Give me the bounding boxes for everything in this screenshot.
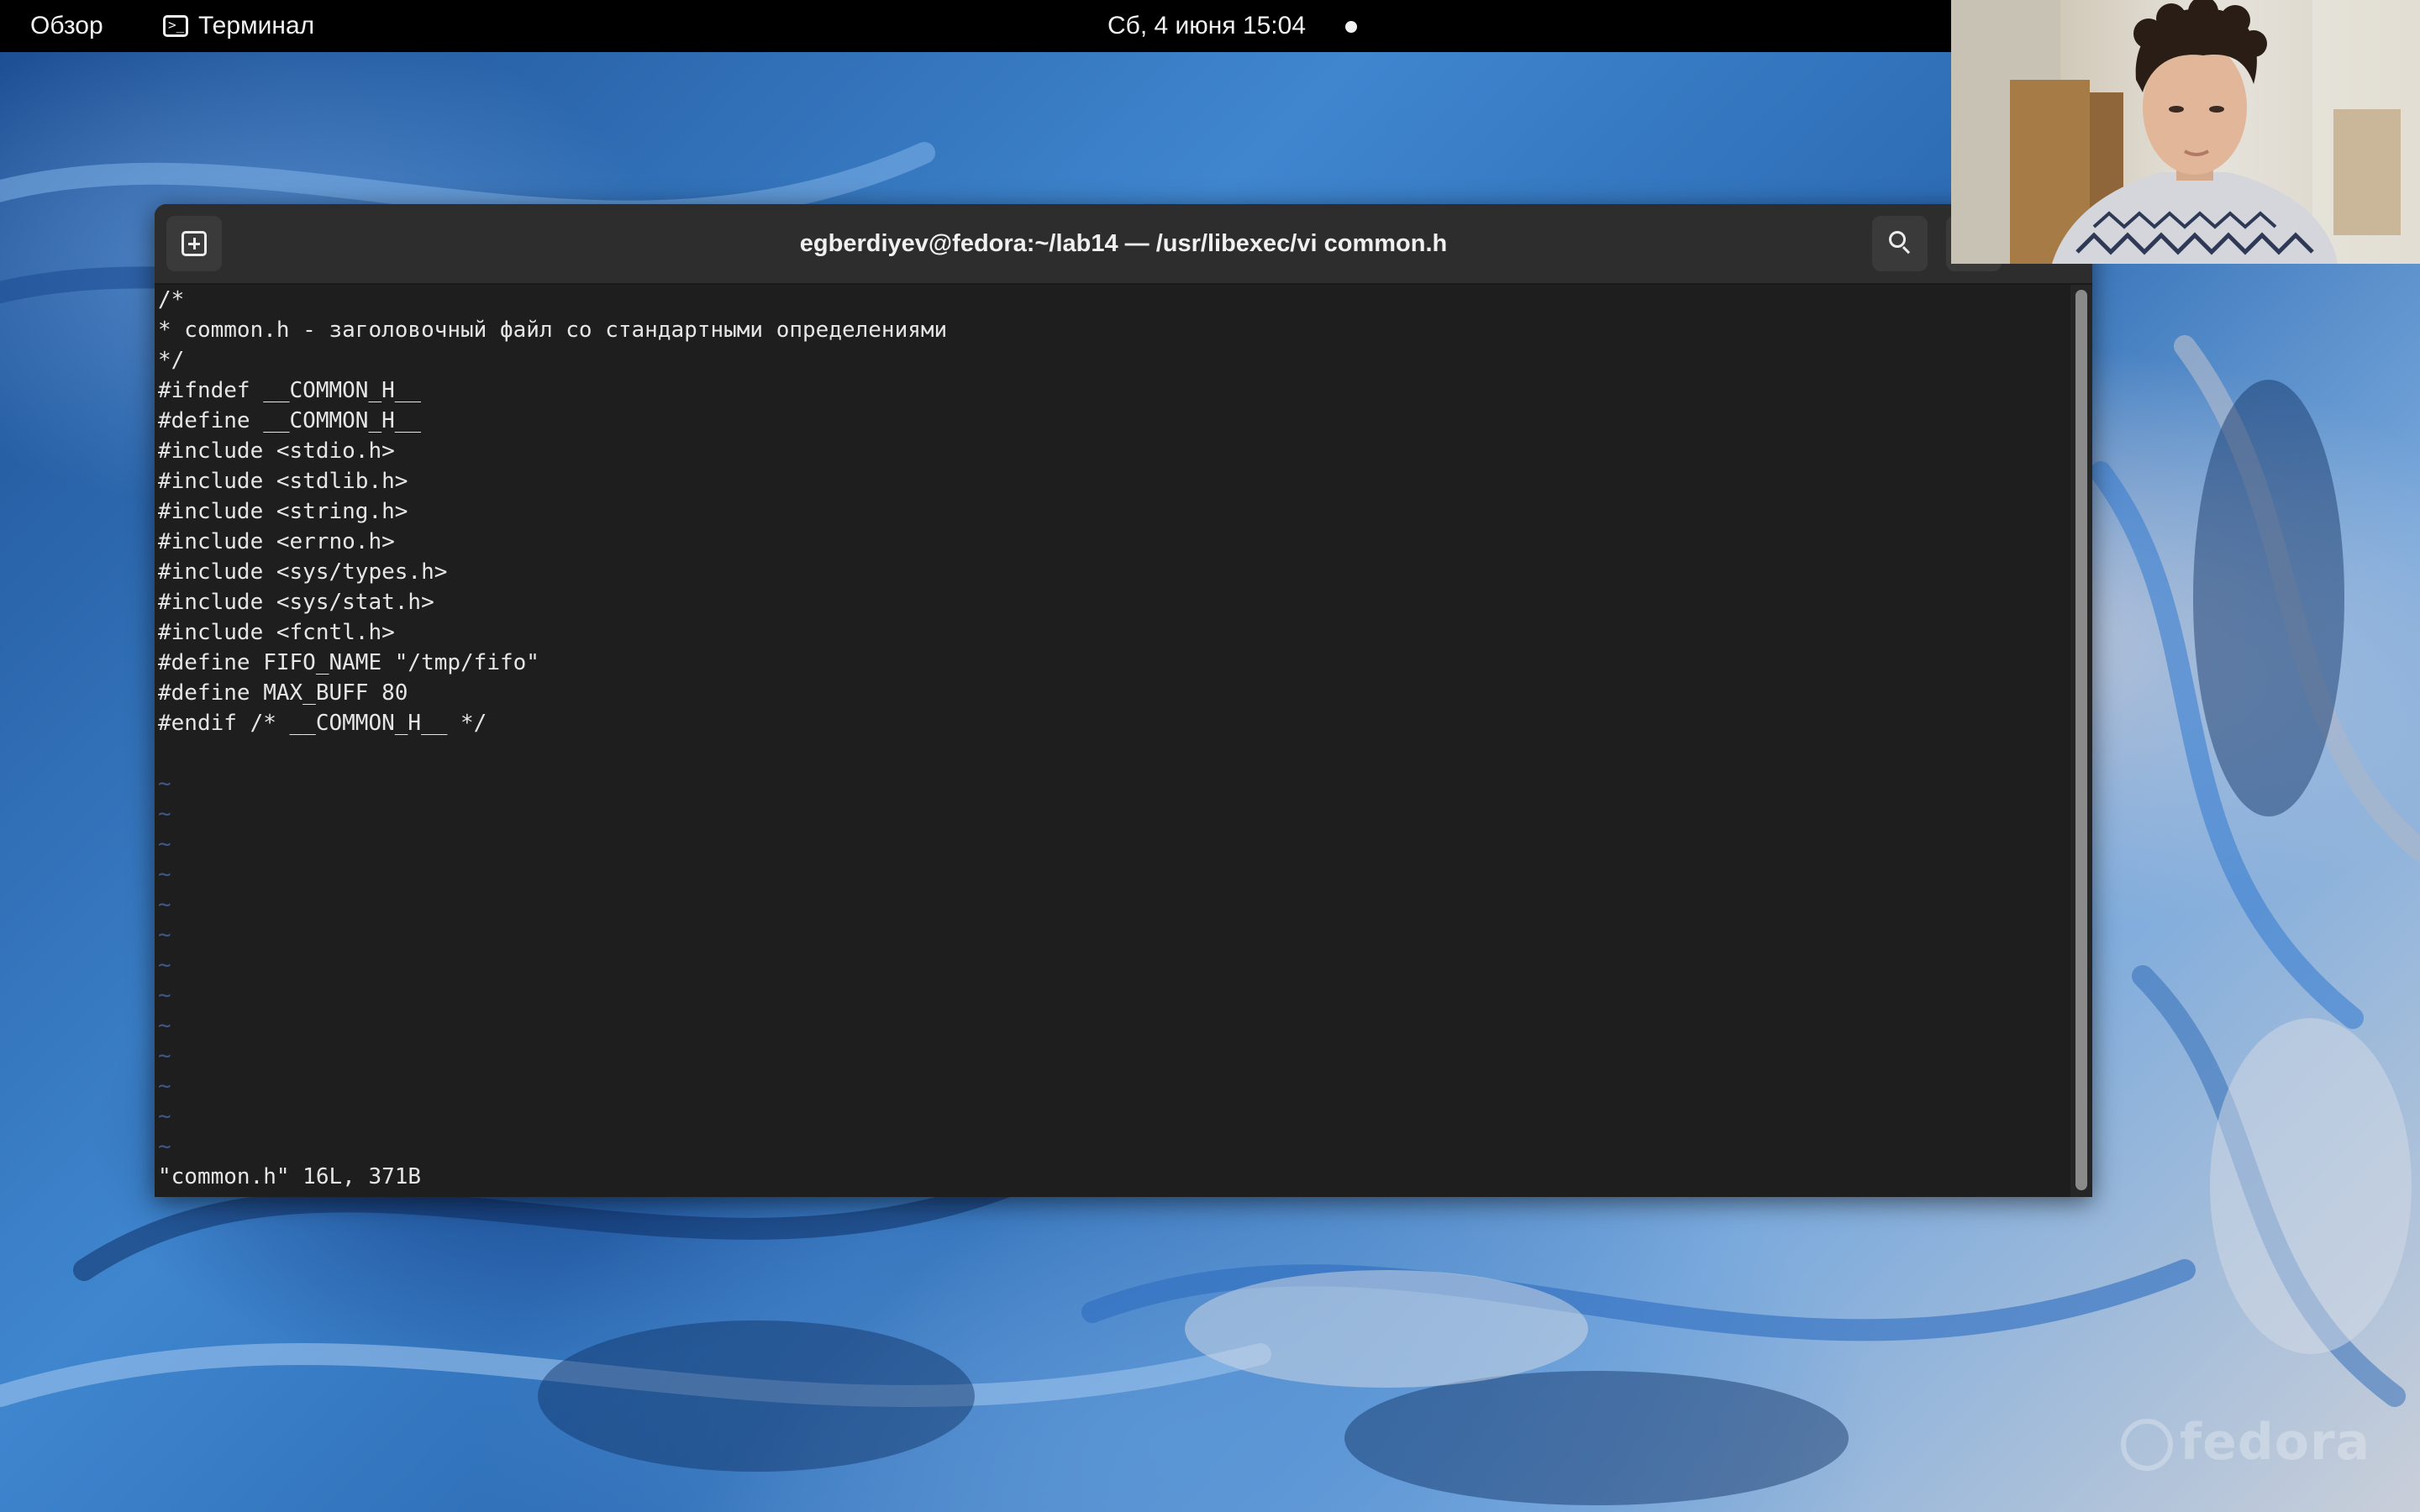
webcam-overlay: [1951, 0, 2420, 264]
empty-line-marker: ~: [158, 862, 171, 887]
editor-line: /*: [158, 287, 185, 312]
terminal-scrollbar[interactable]: [2070, 285, 2092, 1197]
empty-line-marker: ~: [158, 892, 171, 917]
scrollbar-thumb[interactable]: [2075, 290, 2087, 1190]
editor-line: #include <string.h>: [158, 499, 408, 524]
empty-line-marker: ~: [158, 1104, 171, 1129]
dot-icon: [1345, 21, 1357, 33]
search-button[interactable]: [1872, 216, 1928, 271]
empty-line-marker: ~: [158, 1013, 171, 1038]
clock-datetime[interactable]: Сб, 4 июня 15:04: [1107, 0, 1306, 52]
editor-line: #include <stdio.h>: [158, 438, 395, 464]
empty-line-marker: ~: [158, 1074, 171, 1099]
editor-line: #include <stdlib.h>: [158, 469, 408, 494]
empty-line-marker: ~: [158, 832, 171, 857]
empty-line-marker: ~: [158, 801, 171, 827]
webcam-person-image: [1951, 0, 2420, 264]
search-icon: [1889, 231, 1906, 248]
terminal-icon: >_: [163, 15, 188, 37]
editor-line: #define FIFO_NAME "/tmp/fifo": [158, 650, 539, 675]
editor-line: #define MAX_BUFF 80: [158, 680, 408, 706]
empty-line-marker: ~: [158, 922, 171, 948]
app-menu-label: Терминал: [198, 12, 315, 39]
empty-line-marker: ~: [158, 1043, 171, 1068]
editor-line: #include <sys/stat.h>: [158, 590, 434, 615]
fedora-logo: fedora: [2121, 1413, 2370, 1472]
editor-line: #include <errno.h>: [158, 529, 395, 554]
terminal-headerbar[interactable]: egberdiyev@fedora:~/lab14 — /usr/libexec…: [155, 204, 2092, 285]
empty-line-marker: ~: [158, 983, 171, 1008]
window-title: egberdiyev@fedora:~/lab14 — /usr/libexec…: [799, 230, 1448, 257]
editor-line: #endif /* __COMMON_H__ */: [158, 711, 487, 736]
editor-line: #define __COMMON_H__: [158, 408, 422, 433]
editor-line: * common.h - заголовочный файл со станда…: [158, 318, 948, 343]
editor-line: */: [158, 348, 185, 373]
terminal-content[interactable]: /* * common.h - заголовочный файл со ста…: [155, 285, 2070, 1197]
empty-line-marker: ~: [158, 1134, 171, 1159]
editor-line: #include <sys/types.h>: [158, 559, 448, 585]
activities-button[interactable]: Обзор: [30, 0, 103, 52]
terminal-window[interactable]: egberdiyev@fedora:~/lab14 — /usr/libexec…: [155, 204, 2092, 1197]
editor-line: #ifndef __COMMON_H__: [158, 378, 422, 403]
empty-line-marker: ~: [158, 953, 171, 978]
empty-line-marker: ~: [158, 771, 171, 796]
app-menu-button[interactable]: >_ Терминал: [163, 0, 314, 52]
vi-status-line: "common.h" 16L, 371B: [158, 1164, 422, 1189]
editor-line: #include <fcntl.h>: [158, 620, 395, 645]
